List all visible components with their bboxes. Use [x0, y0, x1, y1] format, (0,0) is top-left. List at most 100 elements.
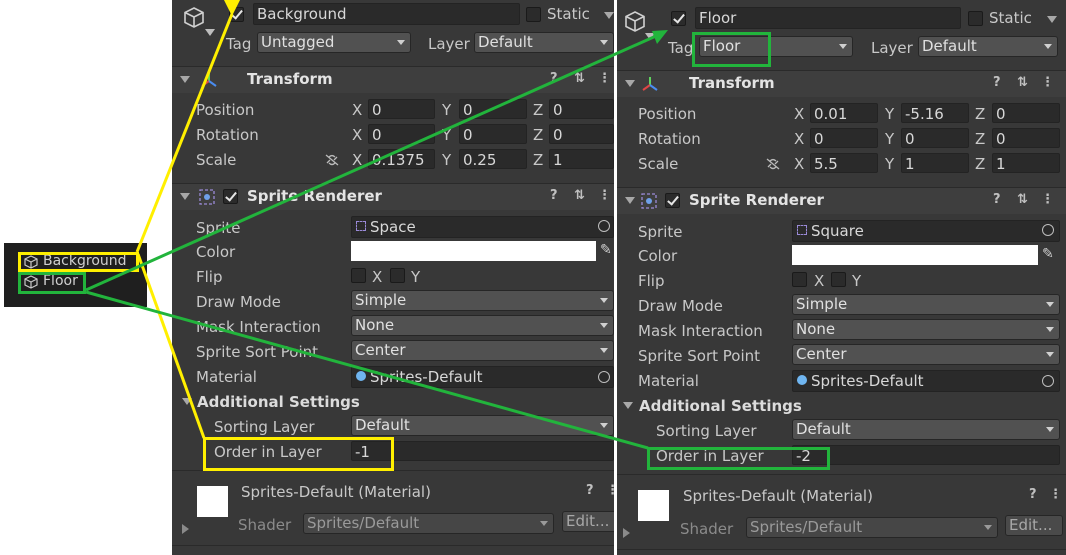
sprite-renderer-enabled-checkbox[interactable]: [223, 189, 238, 204]
more-icon[interactable]: ⋮: [606, 483, 614, 498]
scale-x-field[interactable]: 0.1375: [368, 149, 435, 169]
additional-settings-foldout[interactable]: [182, 398, 192, 405]
presets-icon[interactable]: ⇅: [574, 188, 585, 203]
flip-x-label: X: [372, 268, 383, 286]
object-picker-icon[interactable]: [598, 371, 610, 383]
more-icon[interactable]: ⋮: [598, 188, 611, 203]
scale-z-field[interactable]: 1: [992, 153, 1060, 173]
position-x-field[interactable]: 0: [368, 99, 435, 119]
sprite-renderer-enabled-checkbox[interactable]: [665, 193, 680, 208]
position-y-field[interactable]: -5.16: [901, 103, 969, 123]
presets-icon[interactable]: ⇅: [1017, 75, 1028, 90]
more-icon[interactable]: ⋮: [1049, 487, 1062, 502]
sorting-layer-dropdown[interactable]: Default: [351, 415, 614, 436]
sprite-sort-point-dropdown[interactable]: Center: [792, 344, 1060, 365]
scale-y-field[interactable]: 1: [901, 153, 969, 173]
name-field[interactable]: Floor: [695, 7, 961, 29]
material-foldout[interactable]: [182, 524, 189, 534]
axis-y-label: Y: [885, 130, 895, 148]
rotation-z-field[interactable]: 0: [992, 128, 1060, 148]
shader-label: Shader: [680, 520, 734, 538]
rotation-x-field[interactable]: 0: [810, 128, 878, 148]
edit-shader-button[interactable]: Edit...: [562, 511, 614, 532]
shader-dropdown[interactable]: Sprites/Default: [303, 513, 554, 534]
static-checkbox[interactable]: [526, 7, 541, 22]
object-picker-icon[interactable]: [1042, 375, 1054, 387]
position-z-field[interactable]: 0: [549, 99, 614, 119]
more-icon[interactable]: ⋮: [1041, 192, 1054, 207]
draw-mode-dropdown[interactable]: Simple: [792, 294, 1060, 315]
mask-interaction-dropdown[interactable]: None: [351, 315, 614, 336]
help-icon[interactable]: ?: [550, 188, 558, 203]
draw-mode-dropdown[interactable]: Simple: [351, 290, 614, 311]
additional-settings-label[interactable]: Additional Settings: [197, 393, 360, 411]
transform-header[interactable]: Transform ? ⇅ ⋮: [172, 66, 614, 93]
flip-y-checkbox[interactable]: [390, 268, 405, 283]
rotation-y-field[interactable]: 0: [459, 124, 527, 144]
highlight-order-in-layer-right: [647, 447, 830, 470]
static-checkbox[interactable]: [968, 11, 983, 26]
rotation-x-field[interactable]: 0: [368, 124, 435, 144]
scale-x-field[interactable]: 5.5: [810, 153, 878, 173]
constrain-proportions-icon[interactable]: [765, 157, 781, 171]
material-foldout[interactable]: [623, 528, 630, 538]
additional-settings-label[interactable]: Additional Settings: [639, 397, 802, 415]
rotation-y-field[interactable]: 0: [901, 128, 969, 148]
transform-header[interactable]: Transform ? ⇅ ⋮: [617, 70, 1066, 97]
flip-label: Flip: [638, 272, 665, 290]
more-icon[interactable]: ⋮: [1041, 75, 1054, 90]
order-in-layer-field[interactable]: -2: [792, 445, 1060, 465]
sprite-field[interactable]: Square: [792, 220, 1060, 242]
help-icon[interactable]: ?: [1029, 487, 1037, 502]
flip-x-checkbox[interactable]: [792, 272, 807, 287]
mask-interaction-dropdown[interactable]: None: [792, 319, 1060, 340]
eyedropper-icon[interactable]: ✎: [600, 242, 612, 258]
material-field[interactable]: Sprites-Default: [792, 370, 1060, 392]
icon-dropdown-arrow[interactable]: [205, 29, 215, 36]
flip-x-label: X: [814, 272, 825, 290]
name-field[interactable]: Background: [253, 3, 520, 25]
material-field[interactable]: Sprites-Default: [351, 366, 614, 388]
help-icon[interactable]: ?: [993, 192, 1001, 207]
sprite-renderer-header[interactable]: Sprite Renderer ? ⇅ ⋮: [172, 183, 614, 210]
additional-settings-foldout[interactable]: [623, 402, 633, 409]
axis-z-label: Z: [975, 105, 986, 123]
static-dropdown-arrow[interactable]: [604, 12, 614, 19]
shader-dropdown[interactable]: Sprites/Default: [746, 517, 998, 538]
eyedropper-icon[interactable]: ✎: [1042, 246, 1054, 262]
constrain-proportions-icon[interactable]: [324, 153, 340, 167]
presets-icon[interactable]: ⇅: [1017, 192, 1028, 207]
more-icon[interactable]: ⋮: [598, 71, 611, 86]
layer-label: Layer: [428, 35, 470, 53]
edit-shader-button[interactable]: Edit...: [1005, 515, 1063, 536]
active-checkbox[interactable]: [671, 11, 686, 26]
sorting-layer-dropdown[interactable]: Default: [792, 419, 1060, 440]
help-icon[interactable]: ?: [586, 483, 594, 498]
position-z-field[interactable]: 0: [992, 103, 1060, 123]
help-icon[interactable]: ?: [550, 71, 558, 86]
flip-x-checkbox[interactable]: [351, 268, 366, 283]
scale-z-field[interactable]: 1: [549, 149, 614, 169]
object-picker-icon[interactable]: [1042, 224, 1054, 236]
transform-icon: [201, 73, 217, 87]
scale-y-field[interactable]: 0.25: [459, 149, 527, 169]
position-y-field[interactable]: 0: [459, 99, 527, 119]
flip-y-checkbox[interactable]: [831, 272, 846, 287]
layer-dropdown[interactable]: Default: [474, 32, 614, 53]
color-swatch[interactable]: [351, 241, 596, 261]
position-x-field[interactable]: 0.01: [810, 103, 878, 123]
help-icon[interactable]: ?: [993, 75, 1001, 90]
static-dropdown-arrow[interactable]: [1047, 16, 1057, 23]
sprite-field[interactable]: Space: [351, 216, 614, 238]
color-swatch[interactable]: [792, 245, 1038, 265]
sprite-renderer-header[interactable]: Sprite Renderer ? ⇅ ⋮: [617, 187, 1066, 214]
object-picker-icon[interactable]: [598, 220, 610, 232]
presets-icon[interactable]: ⇅: [574, 71, 585, 86]
sprite-sort-point-dropdown[interactable]: Center: [351, 340, 614, 361]
tag-dropdown[interactable]: Untagged: [257, 32, 411, 53]
icon-dropdown-arrow[interactable]: [645, 33, 655, 40]
rotation-z-field[interactable]: 0: [549, 124, 614, 144]
mask-interaction-value: None: [796, 320, 836, 338]
layer-dropdown[interactable]: Default: [918, 36, 1058, 57]
active-checkbox[interactable]: [229, 7, 244, 22]
